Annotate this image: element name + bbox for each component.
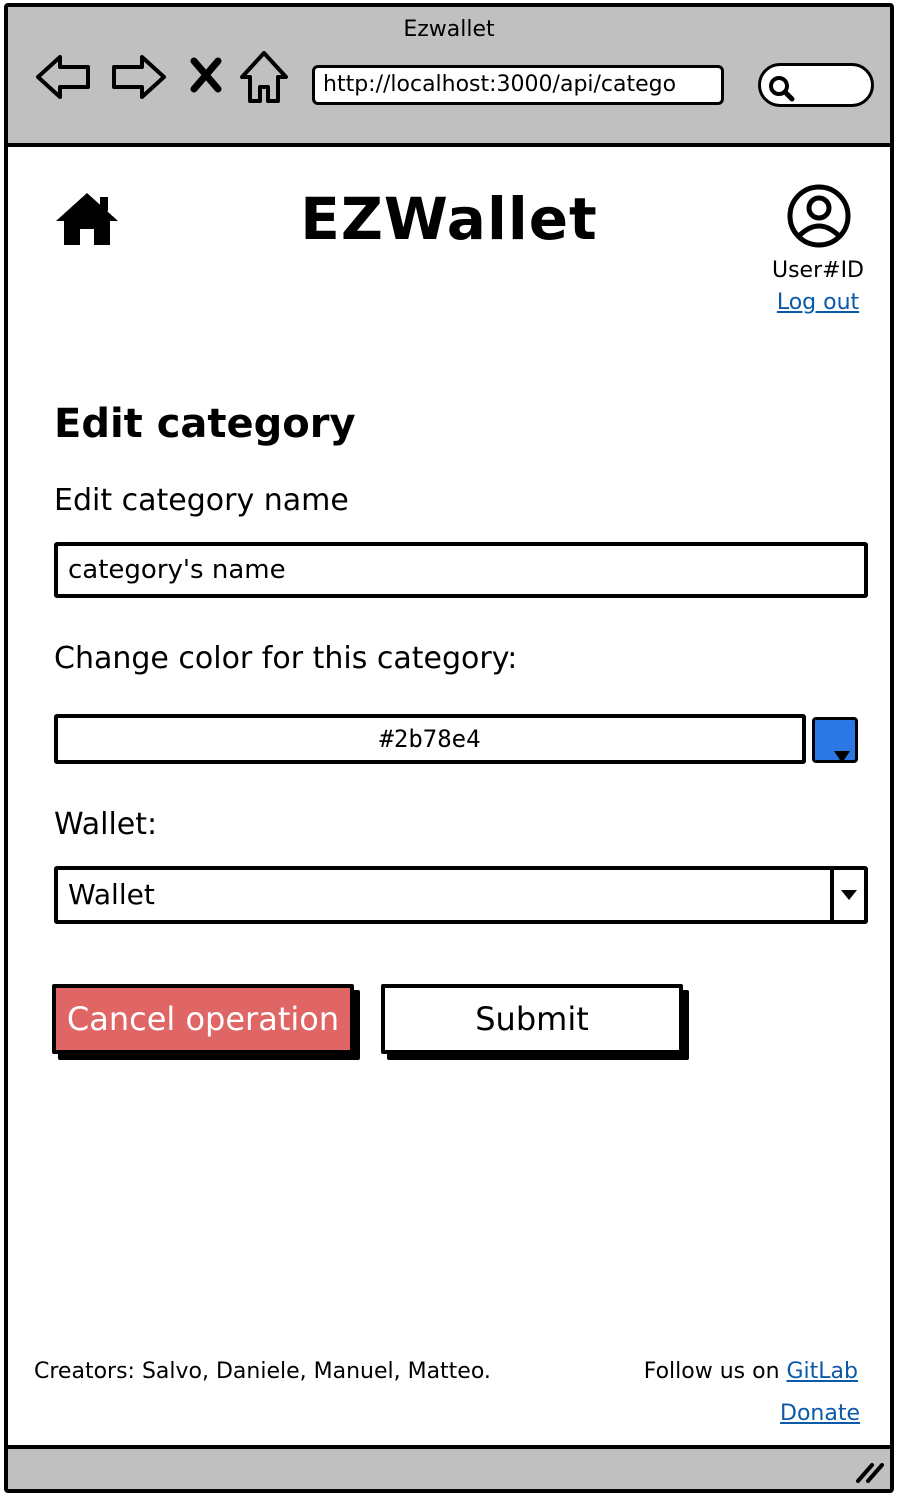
browser-chrome: Ezwallet http://localhost:3000/api/categ… [8, 7, 890, 147]
color-picker-caret-icon [834, 751, 850, 763]
category-name-label: Edit category name [54, 483, 349, 518]
search-icon [769, 76, 795, 102]
browser-search-box[interactable] [758, 63, 874, 107]
close-x-icon[interactable] [188, 55, 224, 99]
donate-link[interactable]: Donate [780, 1401, 860, 1426]
window-title: Ezwallet [403, 17, 495, 42]
follow-prefix: Follow us on [643, 1359, 787, 1384]
chevron-down-icon [841, 890, 857, 900]
footer-follow: Follow us on GitLab [644, 1359, 858, 1384]
wallet-select[interactable]: Wallet [54, 866, 868, 924]
color-hex-input[interactable]: #2b78e4 [54, 714, 806, 764]
back-arrow-icon[interactable] [34, 47, 94, 111]
wallet-label: Wallet: [54, 807, 158, 842]
footer-creators: Creators: Salvo, Daniele, Manuel, Matteo… [34, 1359, 491, 1384]
resize-grip-icon[interactable] [854, 1461, 884, 1483]
browser-window: Ezwallet http://localhost:3000/api/categ… [4, 3, 894, 1493]
gitlab-link[interactable]: GitLab [787, 1359, 859, 1384]
page-title: Edit category [54, 401, 356, 447]
user-id: User#ID [771, 258, 864, 283]
user-avatar-icon[interactable] [786, 183, 852, 253]
status-bar [8, 1445, 890, 1489]
url-bar[interactable]: http://localhost:3000/api/catego [312, 65, 724, 105]
logout-link[interactable]: Log out [748, 290, 888, 315]
app-title: EZWallet [300, 185, 598, 253]
select-dropdown-button[interactable] [830, 870, 864, 920]
wallet-select-value: Wallet [68, 878, 155, 911]
submit-button[interactable]: Submit [381, 984, 683, 1054]
category-name-input[interactable]: category's name [54, 542, 868, 598]
color-label: Change color for this category: [54, 641, 518, 676]
forward-arrow-icon[interactable] [108, 47, 168, 111]
cancel-operation-button[interactable]: Cancel operation [52, 984, 354, 1054]
home-outline-icon[interactable] [238, 47, 290, 111]
